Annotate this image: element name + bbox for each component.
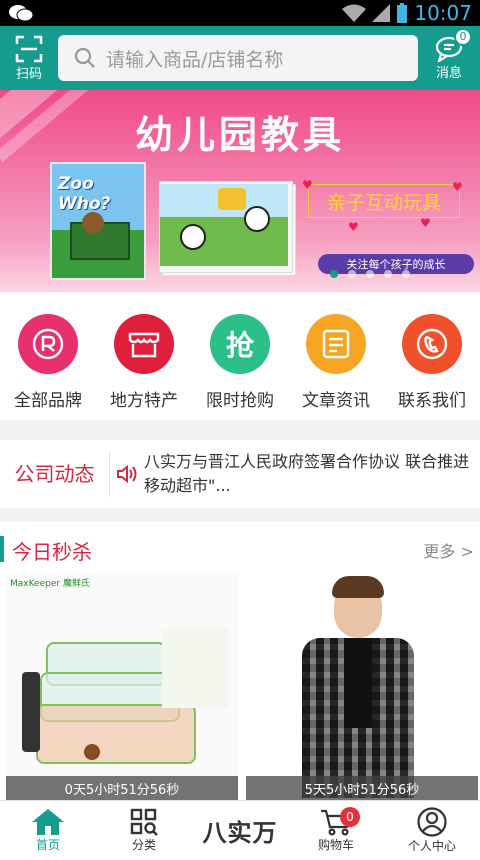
shortcut-label: 全部品牌 <box>14 391 82 411</box>
countdown-timer: 0天5小时51分56秒 <box>6 776 238 800</box>
shortcut-label: 文章资讯 <box>302 391 370 411</box>
flash-sale-section: 今日秒杀 更多 > MaxKeeper 魔鲜氏 0天5小时51分56秒 5天5小… <box>0 522 480 800</box>
shortcut-flash-sale[interactable]: 抢 限时抢购 <box>195 314 285 420</box>
book-spread-image <box>156 178 296 276</box>
store-icon <box>114 314 174 374</box>
grab-icon: 抢 <box>210 314 270 374</box>
signal-icon <box>372 4 391 22</box>
news-headline[interactable]: 八实万与晋江人民政府签署合作协议 联合推进移动超市"... <box>144 450 470 498</box>
phone-icon <box>402 314 462 374</box>
company-news-bar[interactable]: 公司动态 八实万与晋江人民政府签署合作协议 联合推进移动超市"... <box>0 440 480 508</box>
section-accent-bar <box>0 536 4 562</box>
messages-button[interactable]: 0 消息 <box>418 27 480 81</box>
search-input[interactable]: 请输入商品/店铺名称 <box>58 35 418 81</box>
article-icon <box>306 314 366 374</box>
nav-cart-label: 购物车 <box>317 838 354 852</box>
carousel-dot[interactable] <box>348 270 356 278</box>
brand-logo: 八实万 <box>202 819 278 847</box>
shortcut-all-brands[interactable]: 全部品牌 <box>3 314 93 420</box>
countdown-timer: 5天5小时51分56秒 <box>246 776 478 800</box>
speaker-icon <box>117 464 137 484</box>
cart-badge: 0 <box>340 807 360 827</box>
grid-icon <box>130 808 158 836</box>
registered-icon <box>18 314 78 374</box>
heart-icon: ♥ <box>420 216 431 230</box>
nav-home-label: 首页 <box>35 838 60 852</box>
header-bar: 扫码 请输入商品/店铺名称 0 消息 <box>0 26 480 90</box>
nav-cart[interactable]: 0 购物车 <box>288 801 384 860</box>
banner-tagline: 亲子互动玩具 <box>308 184 460 218</box>
carousel-dot[interactable] <box>384 270 392 278</box>
search-placeholder: 请输入商品/店铺名称 <box>106 48 284 71</box>
wifi-icon <box>342 4 367 22</box>
heart-icon: ♥ <box>452 180 463 194</box>
carousel-dot[interactable] <box>330 270 338 278</box>
battery-icon <box>397 3 408 23</box>
shortcut-contact-us[interactable]: 联系我们 <box>387 314 477 420</box>
nav-category[interactable]: 分类 <box>96 801 192 860</box>
status-bar: 10:07 <box>0 0 480 26</box>
product-brand: MaxKeeper 魔鲜氏 <box>10 579 90 589</box>
book-logo: Zoo Who? <box>58 174 111 214</box>
news-label: 公司动态 <box>0 451 110 497</box>
messages-label: 消息 <box>435 65 462 81</box>
search-icon <box>74 47 95 68</box>
nav-profile[interactable]: 个人中心 <box>384 801 480 860</box>
scan-label: 扫码 <box>15 66 42 82</box>
nav-profile-label: 个人中心 <box>407 839 456 853</box>
shortcut-articles[interactable]: 文章资讯 <box>291 314 381 420</box>
heart-icon: ♥ <box>302 178 313 192</box>
app-screen: 10:07 扫码 请输入商品/店铺名称 0 消息 幼儿园教具 Zoo Who? … <box>0 0 480 860</box>
shortcut-label: 限时抢购 <box>206 391 274 411</box>
nav-category-label: 分类 <box>131 838 156 852</box>
home-icon <box>32 809 64 835</box>
clock: 10:07 <box>414 1 472 25</box>
scan-button[interactable]: 扫码 <box>0 35 58 82</box>
bottom-nav: 首页 分类 八实万 0 购物车 个人中心 <box>0 800 480 860</box>
scan-icon <box>15 35 43 62</box>
shortcut-row: 全部品牌 地方特产 抢 限时抢购 文章资讯 联系我们 <box>0 292 480 420</box>
product-card-plaid-shirt[interactable]: 5天5小时51分56秒 <box>246 572 478 800</box>
flash-sale-title: 今日秒杀 <box>12 540 92 564</box>
nav-brand-logo[interactable]: 八实万 <box>192 801 288 860</box>
wechat-icon <box>9 5 34 22</box>
shortcut-label: 地方特产 <box>110 391 178 411</box>
messages-badge: 0 <box>454 27 472 46</box>
carousel-dot[interactable] <box>366 270 374 278</box>
user-icon <box>417 807 447 837</box>
more-link[interactable]: 更多 > <box>424 538 475 562</box>
carousel-dots <box>330 270 410 278</box>
heart-icon: ♥ <box>348 220 359 234</box>
product-card-food-containers[interactable]: MaxKeeper 魔鲜氏 0天5小时51分56秒 <box>6 572 238 800</box>
promo-banner[interactable]: 幼儿园教具 Zoo Who? 亲子互动玩具 ♥ ♥ ♥ ♥ 关注每个孩子的成长 <box>0 90 480 292</box>
banner-title: 幼儿园教具 <box>134 113 345 157</box>
shortcut-local-specialty[interactable]: 地方特产 <box>99 314 189 420</box>
carousel-dot[interactable] <box>402 270 410 278</box>
nav-home[interactable]: 首页 <box>0 801 96 860</box>
book-cover-image: Zoo Who? <box>50 162 146 280</box>
shortcut-label: 联系我们 <box>398 391 466 411</box>
